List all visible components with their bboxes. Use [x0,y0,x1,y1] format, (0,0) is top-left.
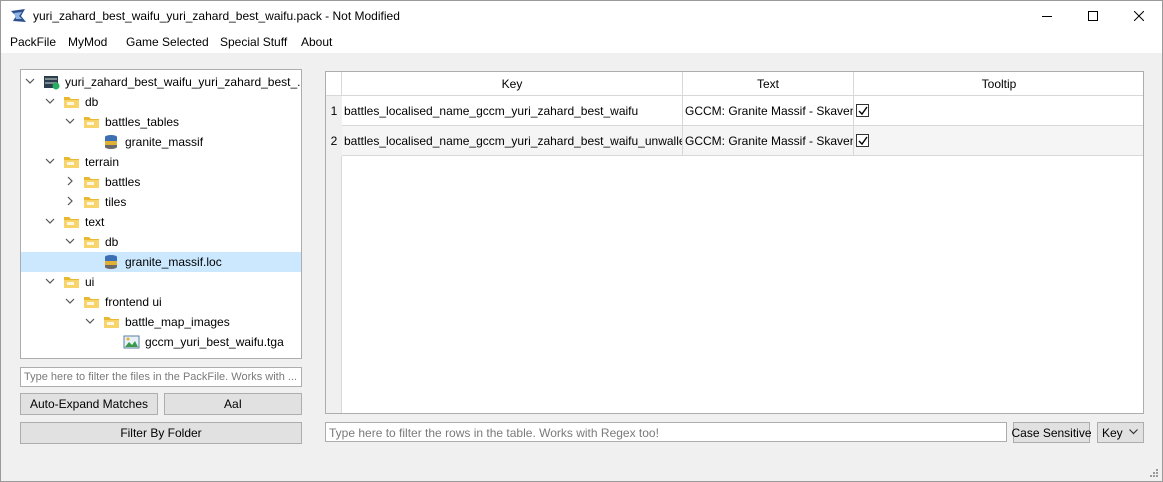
tree-item-label: battle_map_images [125,315,230,329]
auto-expand-matches-button[interactable]: Auto-Expand Matches [20,393,158,415]
minimize-button[interactable] [1024,1,1070,31]
tree-item-label: db [85,95,99,109]
chevron-down-icon[interactable] [25,76,35,86]
row-number[interactable]: 2 [326,126,342,156]
tree-item[interactable]: terrain [21,152,301,172]
menu-game-selected[interactable]: Game Selected [126,35,209,49]
folder-icon [84,297,99,308]
tree-item-label: gccm_yuri_best_waifu.tga [145,335,284,349]
chevron-down-icon[interactable] [85,316,95,326]
app-logo-icon [11,9,26,22]
menu-bar: PackFile MyMod Game Selected Special Stu… [1,31,1162,53]
tree-item[interactable]: text [21,212,301,232]
column-header-tooltip[interactable]: Tooltip [854,72,1143,96]
cell-tooltip [854,96,1143,126]
packfile-filter-input[interactable]: Type here to filter the files in the Pac… [20,367,302,387]
minimize-icon [1042,16,1052,17]
menu-mymod[interactable]: MyMod [68,35,107,49]
cell-key[interactable]: battles_localised_name_gccm_yuri_zahard_… [342,126,683,156]
filter-column-value: Key [1102,426,1123,440]
chevron-right-icon[interactable] [65,176,75,186]
row-number[interactable]: 1 [326,96,342,126]
tree-item[interactable]: granite_massif.loc [21,252,301,272]
folder-icon [64,217,79,228]
table-corner [326,72,342,96]
menu-special-stuff[interactable]: Special Stuff [220,35,287,49]
image-file-icon [123,335,140,349]
tree-item-label: db [105,235,119,249]
chevron-down-icon[interactable] [45,276,55,286]
check-icon [858,106,868,115]
tree-item[interactable]: granite_massif [21,132,301,152]
cell-tooltip [854,126,1143,156]
menu-packfile[interactable]: PackFile [10,35,56,49]
chevron-right-icon[interactable] [65,196,75,206]
packfile-icon [44,76,60,90]
folder-icon [84,237,99,248]
tree-item[interactable]: yuri_zahard_best_waifu_yuri_zahard_best_… [21,72,301,92]
chevron-down-icon[interactable] [45,156,55,166]
tree-item-label: terrain [85,155,120,169]
folder-icon [84,177,99,188]
tree-item-label: ui [85,275,95,289]
tree-item-label: yuri_zahard_best_waifu_yuri_zahard_best_… [65,75,302,89]
tree-item[interactable]: battles [21,172,301,192]
cell-key[interactable]: battles_localised_name_gccm_yuri_zahard_… [342,96,683,126]
chevron-down-icon [1129,429,1138,435]
resize-grip-icon[interactable] [1148,467,1158,477]
column-header-key[interactable]: Key [342,72,683,96]
tree-item-label: tiles [105,195,127,209]
folder-icon [64,157,79,168]
close-icon [1134,11,1144,21]
tree-item-label: granite_massif.loc [125,255,222,269]
title-bar: yuri_zahard_best_waifu_yuri_zahard_best_… [1,1,1162,31]
filter-column-select[interactable]: Key [1097,422,1144,443]
database-icon [105,135,117,149]
folder-icon [64,277,79,288]
tooltip-checkbox[interactable] [856,134,869,147]
maximize-icon [1088,11,1098,21]
window-title: yuri_zahard_best_waifu_yuri_zahard_best_… [33,9,400,23]
cell-text[interactable]: GCCM: Granite Massif - Skaven [683,126,854,156]
tree-item[interactable]: battles_tables [21,112,301,132]
tooltip-checkbox[interactable] [856,104,869,117]
database-icon [105,255,117,269]
filter-by-folder-button[interactable]: Filter By Folder [20,422,302,444]
packfile-tree[interactable]: yuri_zahard_best_waifu_yuri_zahard_best_… [20,69,302,359]
app-window: yuri_zahard_best_waifu_yuri_zahard_best_… [0,0,1163,482]
chevron-down-icon[interactable] [65,296,75,306]
case-sensitive-toggle-button[interactable]: AaI [164,393,302,415]
menu-about[interactable]: About [301,35,332,49]
table-filter-input[interactable]: Type here to filter the rows in the tabl… [325,422,1007,442]
tree-item[interactable]: db [21,232,301,252]
tree-item-label: text [85,215,105,229]
chevron-down-icon[interactable] [45,216,55,226]
tree-item[interactable]: battle_map_images [21,312,301,332]
tree-item-label: frontend ui [105,295,162,309]
tree-item[interactable]: gccm_yuri_best_waifu.tga [21,332,301,352]
chevron-down-icon[interactable] [45,96,55,106]
cell-text[interactable]: GCCM: Granite Massif - Skaven [683,96,854,126]
tree-item[interactable]: frontend ui [21,292,301,312]
loc-table: Key Text Tooltip 1 battles_localised_nam… [325,71,1144,414]
folder-icon [64,97,79,108]
tree-item[interactable]: ui [21,272,301,292]
case-sensitive-button[interactable]: Case Sensitive [1011,422,1092,443]
check-icon [858,136,868,145]
tree-item-label: granite_massif [125,135,204,149]
tree-item-label: battles [105,175,141,189]
tree-item[interactable]: tiles [21,192,301,212]
chevron-down-icon[interactable] [65,236,75,246]
folder-icon [84,117,99,128]
folder-icon [104,317,119,328]
tree-item[interactable]: db [21,92,301,112]
close-button[interactable] [1116,1,1162,31]
column-header-text[interactable]: Text [683,72,854,96]
tree-item-label: battles_tables [105,115,180,129]
folder-icon [84,197,99,208]
chevron-down-icon[interactable] [65,116,75,126]
maximize-button[interactable] [1070,1,1116,31]
